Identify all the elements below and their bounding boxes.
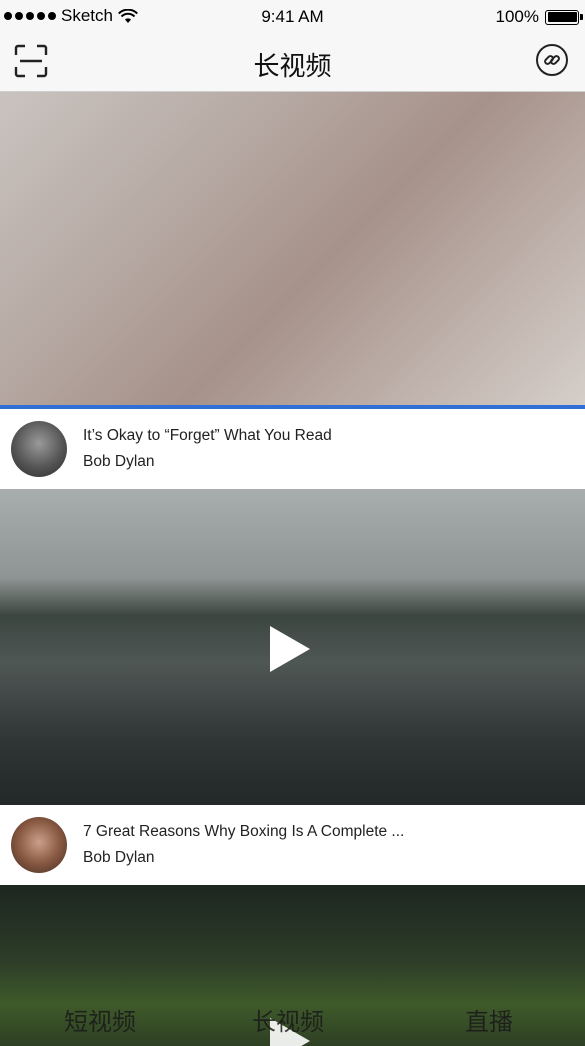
feed-item[interactable]: It’s Okay to “Forget” What You Read Bob … bbox=[0, 409, 585, 489]
link-icon[interactable] bbox=[535, 43, 569, 77]
tab-live[interactable]: 直播 bbox=[465, 1002, 513, 1037]
avatar[interactable] bbox=[11, 421, 67, 477]
battery-group: 100% bbox=[495, 7, 583, 27]
status-bar: Sketch 9:41 AM 100% bbox=[0, 0, 585, 36]
feed-item[interactable]: 7 Great Reasons Why Boxing Is A Complete… bbox=[0, 805, 585, 885]
author-name: Bob Dylan bbox=[83, 453, 155, 470]
battery-percent: 100% bbox=[495, 7, 539, 26]
video-thumbnail[interactable] bbox=[0, 92, 585, 409]
video-title: 7 Great Reasons Why Boxing Is A Complete… bbox=[83, 823, 405, 840]
author-name: Bob Dylan bbox=[83, 849, 155, 866]
tab-short-video[interactable]: 短视频 bbox=[64, 1002, 136, 1037]
page-title: 长视频 bbox=[253, 51, 332, 81]
navigation-bar: 长视频 bbox=[0, 36, 585, 92]
tab-bar: 短视频 长视频 直播 bbox=[0, 990, 585, 1046]
video-thumbnail[interactable] bbox=[0, 489, 585, 805]
video-title: It’s Okay to “Forget” What You Read bbox=[83, 427, 332, 444]
avatar[interactable] bbox=[11, 817, 67, 873]
battery-icon bbox=[545, 9, 583, 25]
video-feed[interactable]: It’s Okay to “Forget” What You Read Bob … bbox=[0, 92, 585, 1046]
tab-long-video[interactable]: 长视频 bbox=[252, 1002, 324, 1037]
play-icon[interactable] bbox=[270, 626, 310, 672]
